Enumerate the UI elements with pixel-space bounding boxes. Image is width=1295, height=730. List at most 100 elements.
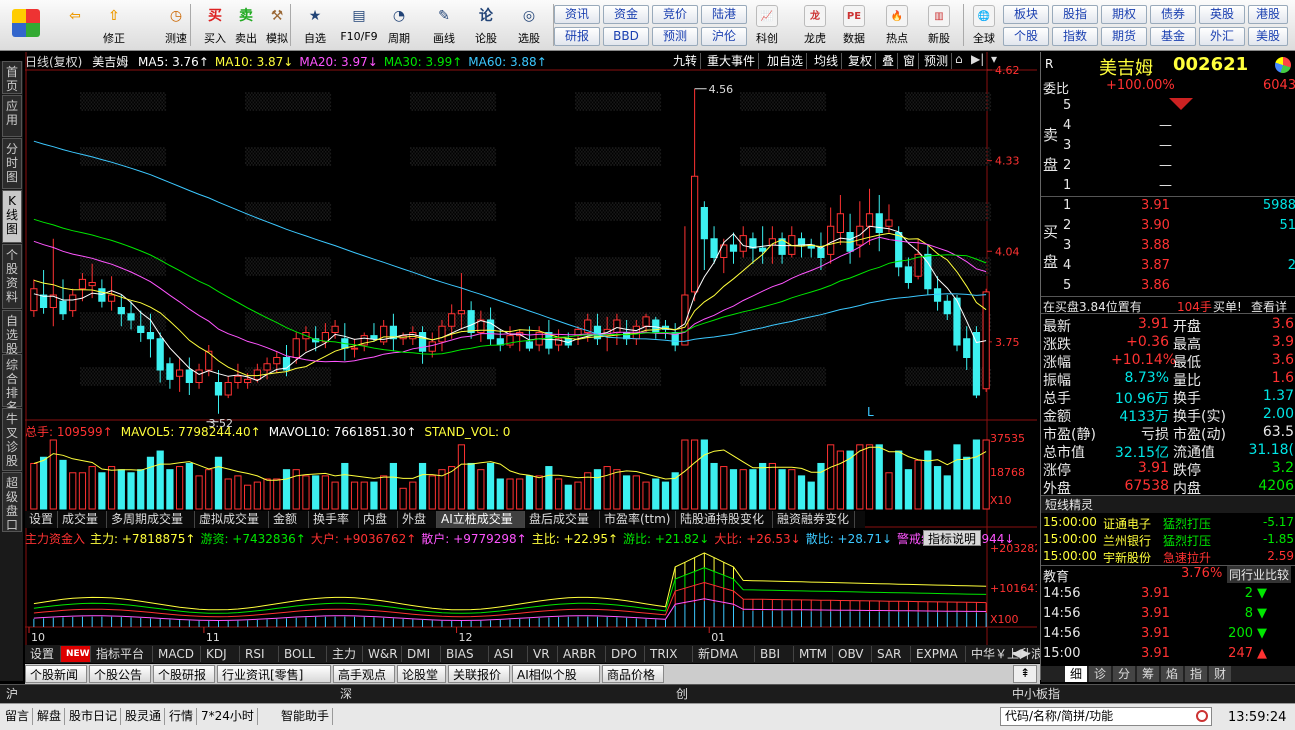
toolbar-btn-资金[interactable]: 资金 xyxy=(603,5,649,24)
toolbar-btn-竞价[interactable]: 竞价 xyxy=(652,5,698,24)
news-tab-2[interactable]: 个股研报 xyxy=(153,665,215,683)
bottom-tab-19[interactable]: OBV xyxy=(833,646,872,662)
grid-button[interactable] xyxy=(6,3,46,49)
lock-icon[interactable]: ⌂ xyxy=(955,52,963,66)
toolbar-btn-股指[interactable]: 股指 xyxy=(1052,5,1098,24)
sell-level-2[interactable]: 2— xyxy=(1041,158,1295,176)
back-arrow-button[interactable]: ⇦ xyxy=(55,3,95,49)
news-tab-1[interactable]: 个股公告 xyxy=(89,665,151,683)
toolbar-btn-沪伦[interactable]: 沪伦 xyxy=(701,27,747,46)
bottom-tab-21[interactable]: EXPMA xyxy=(911,646,966,662)
toolbar-btn-资讯[interactable]: 资讯 xyxy=(554,5,600,24)
toolbar-btn-期权[interactable]: 期权 xyxy=(1101,5,1147,24)
indicator-tab-9[interactable]: 盘后成交量 xyxy=(525,511,600,528)
dragon-button[interactable]: 龙龙虎 xyxy=(796,3,834,49)
toolbar-btn-债券[interactable]: 债券 xyxy=(1150,5,1196,24)
bottom-tab-4[interactable]: KDJ xyxy=(201,646,240,662)
side-tab-0[interactable]: 首页 xyxy=(2,61,22,94)
toolbar-btn-个股[interactable]: 个股 xyxy=(1003,27,1049,46)
toolbar-btn-BBD[interactable]: BBD xyxy=(603,27,649,46)
buy-level-2[interactable]: 2 3.90 51 xyxy=(1041,218,1295,236)
indicator-tab-10[interactable]: 市盈率(ttm) xyxy=(600,511,676,528)
status-item-1[interactable]: 解盘 xyxy=(34,708,66,725)
cy-index[interactable]: 创 xyxy=(676,685,688,704)
bottom-tab-16[interactable]: 新DMA xyxy=(693,646,755,662)
status-item-2[interactable]: 股市日记 xyxy=(66,708,122,725)
kline-chart-area[interactable]: ▒▒▒▒▒▒▒ ▒▒▒▒▒▒▒ ▒▒▒▒▒▒▒ ▒▒▒▒▒▒▒ ▒▒▒▒▒▒▒ ▒▒▒▒▒… xyxy=(25,52,1037,662)
indicator-tab-11[interactable]: 陆股通持股变化 xyxy=(676,511,773,528)
sell-level-1[interactable]: 1— xyxy=(1041,178,1295,196)
bottom-tab-17[interactable]: BBI xyxy=(755,646,794,662)
bottom-tab-5[interactable]: RSI xyxy=(240,646,279,662)
bid-link[interactable]: 查看详 xyxy=(1251,298,1287,315)
side-tab-3[interactable]: K线图 xyxy=(2,190,22,243)
bottom-tab-2[interactable]: 指标平台 xyxy=(91,646,153,662)
status-item-6[interactable]: 智能助手 xyxy=(278,708,334,725)
side-tab-1[interactable]: 应用 xyxy=(2,95,22,137)
indicator-tab-1[interactable]: 成交量 xyxy=(58,511,107,528)
buy-level-3[interactable]: 3 3.88 xyxy=(1041,238,1295,256)
chart-btn-5[interactable]: 叠 xyxy=(879,53,899,69)
f10-button[interactable]: ▤ F10/F9 xyxy=(340,3,378,49)
side-tab-5[interactable]: 自选股 xyxy=(2,310,22,356)
chart-btn-4[interactable]: 复权 xyxy=(845,53,877,69)
newstock-button[interactable]: ▥ 新股 xyxy=(920,3,958,49)
sector-compare-link[interactable]: 同行业比较 xyxy=(1227,566,1292,583)
bottom-tab-12[interactable]: VR xyxy=(528,646,558,662)
scroll-left-icon[interactable]: ◀▶ xyxy=(1003,646,1039,660)
detail-tab-0[interactable]: 细 xyxy=(1065,666,1087,682)
indicator-tab-3[interactable]: 虚拟成交量 xyxy=(195,511,269,528)
toolbar-btn-英股[interactable]: 英股 xyxy=(1199,5,1245,24)
short-elf-item[interactable]: 15:00:00 兰州银行 猛烈打压 -1.85 xyxy=(1041,532,1295,550)
detail-tab-4[interactable]: 焰 xyxy=(1161,666,1183,682)
status-item-3[interactable]: 股灵通 xyxy=(122,708,166,725)
arrow-right-icon[interactable]: ▶| xyxy=(971,52,984,66)
correct-button[interactable]: ⇧ 修正 xyxy=(95,3,133,49)
pie-icon[interactable] xyxy=(1275,57,1291,73)
bottom-tab-8[interactable]: W&R xyxy=(363,646,402,662)
toolbar-btn-港股[interactable]: 港股 xyxy=(1248,5,1288,24)
toolbar-btn-板块[interactable]: 板块 xyxy=(1003,5,1049,24)
toolbar-btn-美股[interactable]: 美股 xyxy=(1248,27,1288,46)
star-button[interactable]: ★ 自选 xyxy=(296,3,334,49)
short-elf-item[interactable]: 15:00:00 证通电子 猛烈打压 -5.17 xyxy=(1041,515,1295,533)
status-item-0[interactable]: 留言 xyxy=(2,708,34,725)
indicator-help-button[interactable]: 指标说明 xyxy=(923,530,982,546)
side-tab-6[interactable]: 综合排名 xyxy=(2,354,22,414)
search-input[interactable]: 代码/名称/简拼/功能 xyxy=(1000,707,1212,726)
chart-btn-3[interactable]: 均线 xyxy=(811,53,843,69)
expand-up-icon[interactable]: ⇞ xyxy=(1013,665,1037,683)
buy-level-1[interactable]: 1 3.91 5988 xyxy=(1041,198,1295,216)
news-tab-8[interactable]: 商品价格 xyxy=(602,665,664,683)
bottom-tab-18[interactable]: MTM xyxy=(794,646,833,662)
indicator-tab-6[interactable]: 内盘 xyxy=(359,511,398,528)
indicator-tab-5[interactable]: 换手率 xyxy=(309,511,359,528)
side-tab-7[interactable]: 牛叉诊股 xyxy=(2,408,22,471)
news-tab-7[interactable]: AI相似个股 xyxy=(512,665,600,683)
menu-icon[interactable]: ▾ xyxy=(991,52,997,66)
news-tab-5[interactable]: 论股堂 xyxy=(397,665,446,683)
buy-level-4[interactable]: 4 3.87 2 xyxy=(1041,258,1295,276)
detail-tab-1[interactable]: 诊 xyxy=(1089,666,1111,682)
detail-tab-2[interactable]: 分 xyxy=(1113,666,1135,682)
sz-index[interactable]: 深 xyxy=(340,685,352,704)
side-tab-8[interactable]: 超级盘口 xyxy=(2,472,22,532)
hot-button[interactable]: 🔥 热点 xyxy=(878,3,916,49)
bottom-tab-1[interactable]: NEW xyxy=(61,646,91,662)
toolbar-btn-研报[interactable]: 研报 xyxy=(554,27,600,46)
indicator-tab-4[interactable]: 金额 xyxy=(269,511,309,528)
chart-btn-2[interactable]: 加自选 xyxy=(764,53,808,69)
kechuang-button[interactable]: 📈 科创 xyxy=(748,3,786,49)
bottom-tab-0[interactable]: 设置 xyxy=(25,646,61,662)
indicator-tab-2[interactable]: 多周期成交量 xyxy=(107,511,195,528)
sell-level-4[interactable]: 4— xyxy=(1041,118,1295,136)
news-tab-6[interactable]: 关联报价 xyxy=(448,665,510,683)
indicator-tab-12[interactable]: 融资融券变化 xyxy=(773,511,855,528)
detail-tab-5[interactable]: 指 xyxy=(1185,666,1207,682)
pen-button[interactable]: ✎ 画线 xyxy=(425,3,463,49)
toolbar-btn-外汇[interactable]: 外汇 xyxy=(1199,27,1245,46)
side-tab-4[interactable]: 个股资料 xyxy=(2,244,22,309)
news-tab-0[interactable]: 个股新闻 xyxy=(25,665,87,683)
search-icon[interactable] xyxy=(1196,710,1208,722)
bottom-tab-13[interactable]: ARBR xyxy=(558,646,606,662)
